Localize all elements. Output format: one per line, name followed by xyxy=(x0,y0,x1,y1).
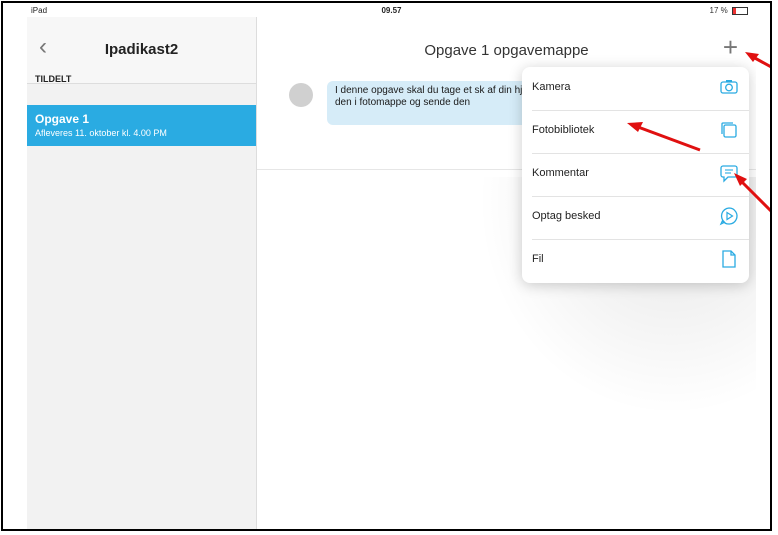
avatar xyxy=(289,83,313,107)
comment-icon xyxy=(720,165,738,183)
assignment-item-opgave-1[interactable]: Opgave 1 Afleveres 11. oktober kl. 4.00 … xyxy=(27,105,256,146)
section-header-tildelt: TILDELT xyxy=(35,74,72,84)
battery-percent: 17 % xyxy=(709,6,728,15)
assignment-name: Opgave 1 xyxy=(35,112,90,126)
status-bar: iPad 09.57 17 % xyxy=(27,3,756,17)
menu-item-fotobibliotek[interactable]: Fotobibliotek xyxy=(522,110,749,153)
sidebar-navbar: ‹ Ipadikast2 TILDELT xyxy=(27,17,256,84)
camera-icon xyxy=(720,80,738,94)
menu-item-kamera[interactable]: Kamera xyxy=(522,67,749,110)
record-message-icon xyxy=(719,207,738,226)
menu-item-label: Fotobibliotek xyxy=(532,124,595,136)
photo-library-icon xyxy=(721,122,737,138)
clock: 09.57 xyxy=(381,6,402,15)
menu-item-label: Fil xyxy=(532,253,544,265)
menu-item-label: Optag besked xyxy=(532,210,601,222)
battery-icon xyxy=(732,6,748,15)
screenshot-frame: iPad 09.57 17 % ‹ Ipadikast2 TILDELT Opg… xyxy=(1,1,772,531)
menu-item-optag-besked[interactable]: Optag besked xyxy=(522,196,749,239)
file-icon xyxy=(722,250,736,268)
sidebar: ‹ Ipadikast2 TILDELT Opgave 1 Afleveres … xyxy=(27,17,257,529)
assignment-due: Afleveres 11. oktober kl. 4.00 PM xyxy=(35,128,167,138)
battery-indicator: 17 % xyxy=(710,6,748,15)
ipad-screen: iPad 09.57 17 % ‹ Ipadikast2 TILDELT Opg… xyxy=(27,3,756,529)
page-title: Opgave 1 opgavemappe xyxy=(424,42,589,59)
menu-item-label: Kommentar xyxy=(532,167,589,179)
sidebar-title: Ipadikast2 xyxy=(104,41,179,58)
add-menu-popover: Kamera Fotobibliotek Kommentar Optag bes… xyxy=(522,67,749,283)
menu-item-label: Kamera xyxy=(532,81,571,93)
menu-item-fil[interactable]: Fil xyxy=(522,239,749,282)
plus-icon[interactable]: + xyxy=(723,34,738,60)
menu-item-kommentar[interactable]: Kommentar xyxy=(522,153,749,196)
